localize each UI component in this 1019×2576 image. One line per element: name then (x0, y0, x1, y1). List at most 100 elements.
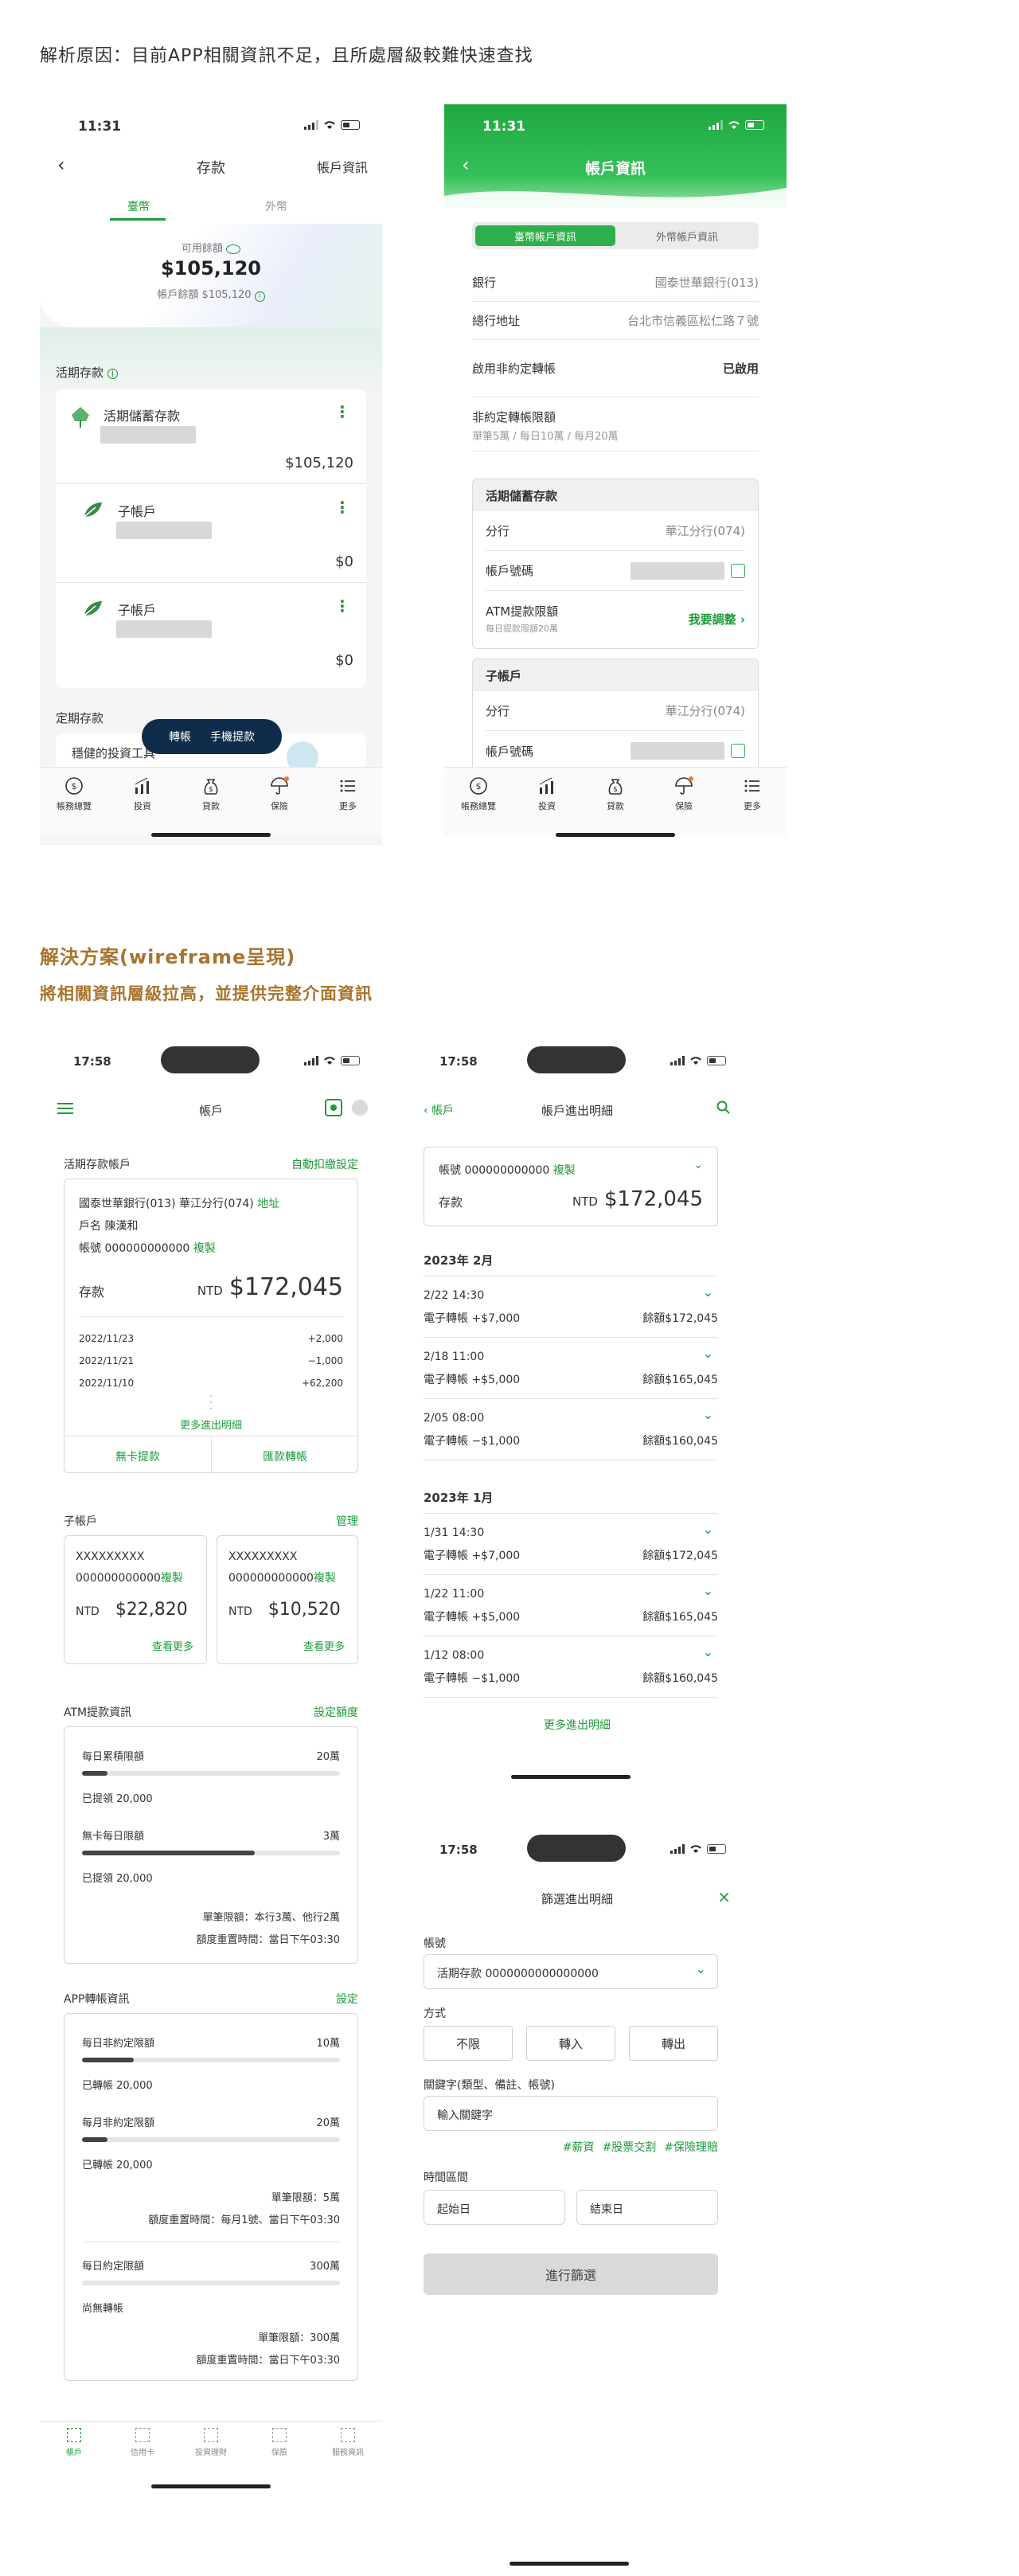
manage-link[interactable]: 管理 (336, 1513, 358, 1529)
chevron-down-icon[interactable]: ⌄ (703, 1346, 713, 1361)
leaf-icon (83, 600, 103, 620)
end-date-input[interactable]: 結束日 (576, 2190, 718, 2225)
bottom-nav: $ 帳務總覽 投資 $ 貸款 保險 更多 (40, 767, 382, 835)
signal-icon (670, 1056, 685, 1065)
transaction-row[interactable]: 2/22 14:30 ⌄ 電子轉帳 +$7,000 餘額$172,045 (424, 1276, 718, 1338)
nav-insurance[interactable]: 保險 (660, 776, 708, 835)
adjust-atm-link[interactable]: 我要調整 › (689, 611, 745, 627)
home-indicator (151, 2484, 271, 2488)
chevron-down-icon[interactable]: ⌄ (703, 1284, 713, 1300)
chevron-down-icon[interactable]: ⌄ (693, 1159, 703, 1171)
more-transactions-link[interactable]: 更多進出明細 (64, 1417, 357, 1432)
cardless-withdraw-button[interactable]: 無卡提款 (64, 1448, 211, 1464)
eye-icon[interactable] (226, 244, 241, 254)
auto-debit-link[interactable]: 自動扣繳設定 (291, 1156, 358, 1172)
overview-icon: $ (468, 776, 489, 796)
tag-chip[interactable]: #保險理賠 (664, 2139, 718, 2155)
more-transactions-link[interactable]: 更多進出明細 (406, 1717, 748, 1733)
set-limit-link[interactable]: 設定額度 (314, 1704, 358, 1720)
nav-invest[interactable]: 投資 (523, 776, 571, 835)
nav-credit-card[interactable]: 信用卡 (119, 2428, 166, 2469)
nav-investment[interactable]: 投資理財 (187, 2428, 235, 2469)
chevron-down-icon[interactable]: ⌄ (703, 1522, 713, 1537)
start-date-input[interactable]: 起始日 (424, 2190, 565, 2225)
nav-account[interactable]: 帳戶 (50, 2428, 98, 2469)
mode-in-button[interactable]: 轉入 (526, 2026, 615, 2061)
mobile-withdraw-button[interactable]: 手機提款 (210, 729, 255, 745)
info-icon[interactable]: i (254, 291, 265, 302)
account-summary-card[interactable]: 帳號 000000000000 複製 ⌄ 存款 NTD $172,045 (424, 1147, 718, 1226)
nav-more[interactable]: 更多 (728, 776, 776, 835)
svg-text:$: $ (72, 781, 77, 792)
status-bar: 17:58 (40, 1035, 382, 1083)
chevron-down-icon: ⌄ (695, 1961, 706, 1976)
account-name[interactable]: 子帳戶 (118, 501, 156, 520)
nav-insurance[interactable]: 保險 (256, 776, 303, 835)
chevron-down-icon[interactable]: ⌄ (703, 1644, 713, 1659)
mode-out-button[interactable]: 轉出 (629, 2026, 718, 2061)
sub-account-card[interactable]: XXXXXXXXX 000000000000複製 NTD $10,520 查看更多 (217, 1535, 358, 1664)
nonagreed-limits: 單筆5萬 / 每日10萬 / 每月20萬 (472, 431, 619, 443)
account-select[interactable]: 活期存款 0000000000000000 ⌄ (424, 1954, 718, 1989)
segment-twd[interactable]: 臺幣帳戶資訊 (475, 225, 615, 246)
transaction-row[interactable]: 1/31 14:30 ⌄ 電子轉帳 +$7,000 餘額$172,045 (424, 1514, 718, 1575)
mode-all-button[interactable]: 不限 (424, 2026, 513, 2061)
account-name[interactable]: 子帳戶 (118, 600, 156, 619)
progress-fill (82, 2137, 108, 2142)
atm-info-card: 每日累積限額 20萬 已提領 20,000 無卡每日限額 3萬 已提領 20,000… (64, 1726, 358, 1964)
transaction-row[interactable]: 1/22 11:00 ⌄ 電子轉帳 +$5,000 餘額$165,045 (424, 1575, 718, 1636)
chevron-down-icon[interactable]: ⌄ (703, 1583, 713, 1598)
copy-icon[interactable] (731, 744, 745, 758)
sub-account-card[interactable]: XXXXXXXXX 000000000000複製 NTD $22,820 查看更多 (64, 1535, 207, 1664)
transaction-row[interactable]: 2/18 11:00 ⌄ 電子轉帳 +$5,000 餘額$165,045 (424, 1338, 718, 1399)
settings-link[interactable]: 設定 (336, 1991, 358, 2007)
copy-link[interactable]: 複製 (161, 1572, 183, 1585)
tab-twd[interactable]: 臺幣 (127, 198, 150, 214)
avatar[interactable] (352, 1100, 368, 1116)
info-list: 銀行 國泰世華銀行(013) 總行地址 台北市信義區松仁路７號 啟用非約定轉帳 已啟用… (472, 264, 759, 451)
chevron-down-icon[interactable]: ⌄ (703, 1407, 713, 1422)
copy-icon[interactable] (731, 563, 745, 578)
atm-notes: 單筆限額：本行3萬、他行2萬 額度重置時間：當日下午03:30 (196, 1912, 340, 1946)
see-more-link[interactable]: 查看更多 (152, 1638, 193, 1653)
info-icon[interactable]: i (107, 369, 118, 379)
filter-submit-button[interactable]: 進行篩選 (424, 2254, 718, 2295)
transaction-row[interactable]: 2/05 08:00 ⌄ 電子轉帳 −$1,000 餘額$160,045 (424, 1399, 718, 1460)
transaction-row[interactable]: 1/12 08:00 ⌄ 電子轉帳 −$1,000 餘額$160,045 (424, 1636, 718, 1698)
account-name[interactable]: 活期儲蓄存款 (103, 405, 180, 424)
tag-chip[interactable]: #股票交割 (603, 2139, 657, 2155)
app-notes: 單筆限額：5萬 額度重置時間：每月1號、當日下午03:30 (148, 2192, 340, 2226)
limit-progress-bar (82, 2137, 340, 2142)
transfer-button[interactable]: 轉帳 (169, 729, 191, 745)
tab-foreign[interactable]: 外幣 (265, 198, 287, 214)
segment-foreign[interactable]: 外幣帳戶資訊 (619, 225, 755, 246)
nav-loan[interactable]: $ 貸款 (591, 776, 639, 835)
nav-overview[interactable]: $ 帳務總覽 (50, 776, 98, 835)
sub-account-title: 子帳戶 (64, 1515, 97, 1528)
close-icon[interactable]: × (717, 1887, 731, 1906)
nav-invest[interactable]: 投資 (119, 776, 166, 835)
more-options-icon[interactable]: ⋮ (334, 598, 350, 614)
nav-loan[interactable]: $ 貸款 (187, 776, 235, 835)
atm-limit-label: ATM提款限額 (486, 604, 559, 619)
nav-service[interactable]: 服務資訊 (324, 2428, 372, 2469)
more-options-icon[interactable]: ⋮ (334, 404, 350, 420)
address-link[interactable]: 地址 (257, 1198, 279, 1210)
nav-more[interactable]: 更多 (324, 776, 372, 835)
keyword-input[interactable]: 輸入關鍵字 (424, 2096, 718, 2131)
more-options-icon[interactable]: ⋮ (334, 499, 350, 515)
copy-link[interactable]: 複製 (314, 1572, 336, 1585)
nav-overview[interactable]: $ 帳務總覽 (455, 776, 502, 835)
bottom-nav: $ 帳務總覽 投資 $ 貸款 保險 更多 (444, 767, 787, 835)
search-icon[interactable] (716, 1100, 731, 1118)
status-bar: 17:58 (406, 1824, 748, 1871)
tag-chip[interactable]: #薪資 (563, 2139, 595, 2155)
account-info-link[interactable]: 帳戶資訊 (317, 157, 368, 176)
copy-link[interactable]: 複製 (553, 1164, 576, 1177)
copy-link[interactable]: 複製 (193, 1242, 216, 1255)
remit-transfer-button[interactable]: 匯款轉帳 (212, 1448, 358, 1464)
savings-detail-box: 活期儲蓄存款 分行 華江分行(074) 帳戶號碼 ATM提款限額 每日提款限額20萬… (472, 479, 759, 649)
scan-icon[interactable] (325, 1099, 342, 1116)
nav-insurance[interactable]: 保險 (256, 2428, 303, 2469)
see-more-link[interactable]: 查看更多 (303, 1638, 345, 1653)
